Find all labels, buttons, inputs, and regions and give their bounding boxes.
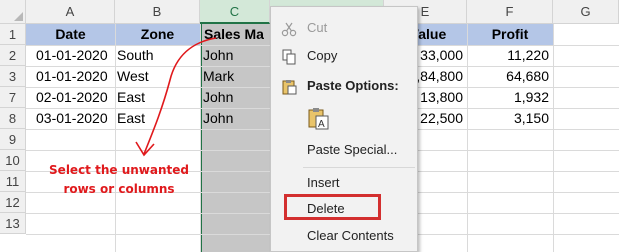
annotation-line-1: Select the unwanted [49,163,189,177]
row-header-11[interactable]: 11 [0,171,26,192]
menu-item-copy[interactable]: Copy [271,45,417,69]
row-header-13[interactable]: 13 [0,213,26,234]
header-date[interactable]: Date [26,24,115,45]
cell-profit[interactable]: 3,150 [467,108,549,129]
cell-date[interactable]: 01-01-2020 [36,45,115,66]
annotation-arrow [135,37,217,157]
row-header-12[interactable]: 12 [0,192,26,213]
cell-date[interactable]: 02-01-2020 [36,87,115,108]
menu-item-cut[interactable]: Cut [271,17,417,41]
menu-item-cut-label: Cut [307,20,328,35]
svg-text:A: A [318,119,325,130]
menu-item-paste-options: Paste Options: [271,75,417,99]
menu-item-paste-options-label: Paste Options: [307,78,399,93]
row-header-2[interactable]: 2 [0,45,26,66]
clipboard-icon [281,79,297,95]
gridline [553,24,554,252]
menu-item-clear-contents[interactable]: Clear Contents [271,225,417,249]
row-header-7[interactable]: 7 [0,87,26,108]
menu-item-clear-contents-label: Clear Contents [307,228,394,243]
column-header-c[interactable]: C [200,0,270,24]
gridline [115,24,116,252]
cell-profit[interactable]: 11,220 [467,45,549,66]
menu-item-paste-special-label: Paste Special... [307,142,398,157]
menu-separator [303,167,415,168]
menu-item-paste-special[interactable]: Paste Special... [271,139,417,163]
annotation-text: Select the unwanted rows or columns [44,161,194,199]
cell-date[interactable]: 03-01-2020 [36,108,115,129]
delete-highlight-box [284,194,381,220]
paste-clipboard-icon: A [307,106,329,130]
copy-icon [281,49,297,65]
scissors-icon [281,21,297,37]
paste-option-button[interactable]: A [271,103,417,133]
cell-profit[interactable]: 64,680 [467,66,549,87]
row-header-3[interactable]: 3 [0,66,26,87]
column-header-a[interactable]: A [26,0,115,24]
menu-item-insert[interactable]: Insert [271,172,417,196]
menu-item-copy-label: Copy [307,48,338,63]
column-header-g[interactable]: G [553,0,619,24]
row-header-1[interactable]: 1 [0,24,26,45]
column-header-b[interactable]: B [115,0,200,24]
cell-date[interactable]: 01-01-2020 [36,66,115,87]
row-header-10[interactable]: 10 [0,150,26,171]
cell-profit[interactable]: 1,932 [467,87,549,108]
select-all-button[interactable] [0,0,26,24]
header-profit[interactable]: Profit [467,24,553,45]
column-header-f[interactable]: F [467,0,553,24]
menu-item-insert-label: Insert [307,175,340,190]
row-header-8[interactable]: 8 [0,108,26,129]
row-header-9[interactable]: 9 [0,129,26,150]
annotation-line-2: rows or columns [63,182,175,196]
